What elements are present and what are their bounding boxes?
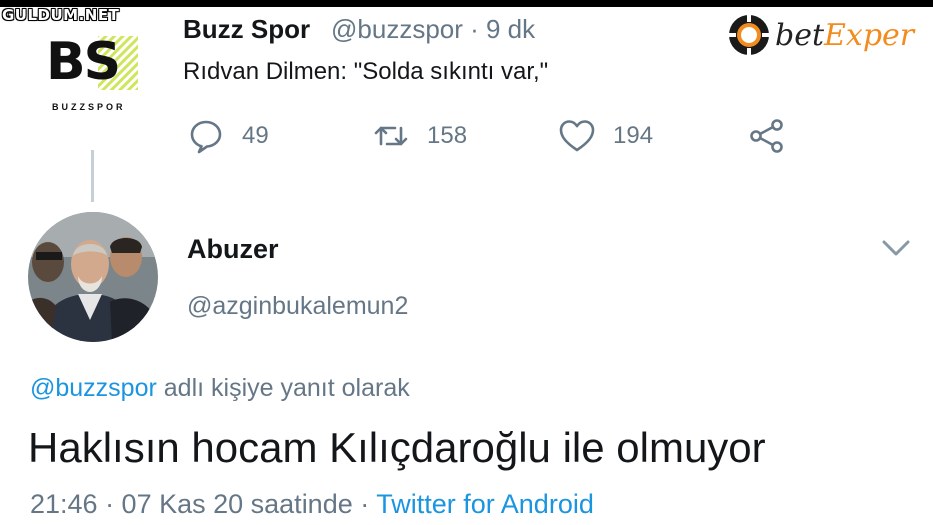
bs-logo-letters: BS (46, 32, 121, 92)
thread-connector (91, 150, 94, 202)
reply-author-handle[interactable]: @azginbukalemun2 (187, 292, 408, 321)
reply-author-avatar[interactable] (28, 212, 158, 342)
reply-author-name[interactable]: Abuzer (187, 234, 279, 265)
parent-author-handle-time[interactable]: @buzzspor · 9 dk (331, 14, 535, 45)
like-count: 194 (613, 122, 654, 149)
reply-tweet-text: Haklısın hocam Kılıçdaroğlu ile olmuyor (28, 424, 766, 471)
retweet-count: 158 (427, 122, 468, 149)
tweet-datetime[interactable]: 21:46 · 07 Kas 20 saatinde · (30, 489, 376, 519)
site-watermark: GULDUM.NET (2, 6, 120, 24)
reply-to-mention[interactable]: @buzzspor (30, 374, 157, 402)
replying-to: @buzzspor adlı kişiye yanıt olarak (30, 374, 410, 403)
betexper-exper: Exper (824, 17, 915, 53)
poker-chip-icon (729, 15, 769, 55)
like-button[interactable]: 194 (557, 116, 653, 156)
retweet-button[interactable]: 158 (371, 116, 467, 156)
reply-to-suffix: adlı kişiye yanıt olarak (156, 374, 410, 402)
parent-author-name[interactable]: Buzz Spor (183, 14, 310, 45)
parent-tweet-text: Rıdvan Dilmen: "Solda sıkıntı var," (183, 58, 549, 85)
betexper-wordmark: betExper (775, 18, 914, 53)
avatar-photo (28, 212, 158, 342)
retweet-icon (374, 126, 408, 146)
chevron-down-icon[interactable] (880, 236, 912, 260)
buzzspor-avatar[interactable]: BS BUZZSPOR (40, 32, 140, 122)
betexper-bet: bet (775, 17, 825, 53)
like-icon (559, 120, 595, 152)
bs-logo-subtitle: BUZZSPOR (52, 102, 126, 112)
share-icon (750, 119, 783, 153)
reply-icon (190, 120, 222, 154)
share-button[interactable] (747, 116, 787, 156)
reply-count: 49 (242, 122, 269, 149)
reply-button[interactable]: 49 (186, 116, 269, 156)
betexper-logo: betExper (727, 12, 927, 58)
tweet-metadata: 21:46 · 07 Kas 20 saatinde · Twitter for… (30, 489, 594, 520)
tweet-source[interactable]: Twitter for Android (376, 489, 594, 519)
top-bar (0, 0, 933, 7)
